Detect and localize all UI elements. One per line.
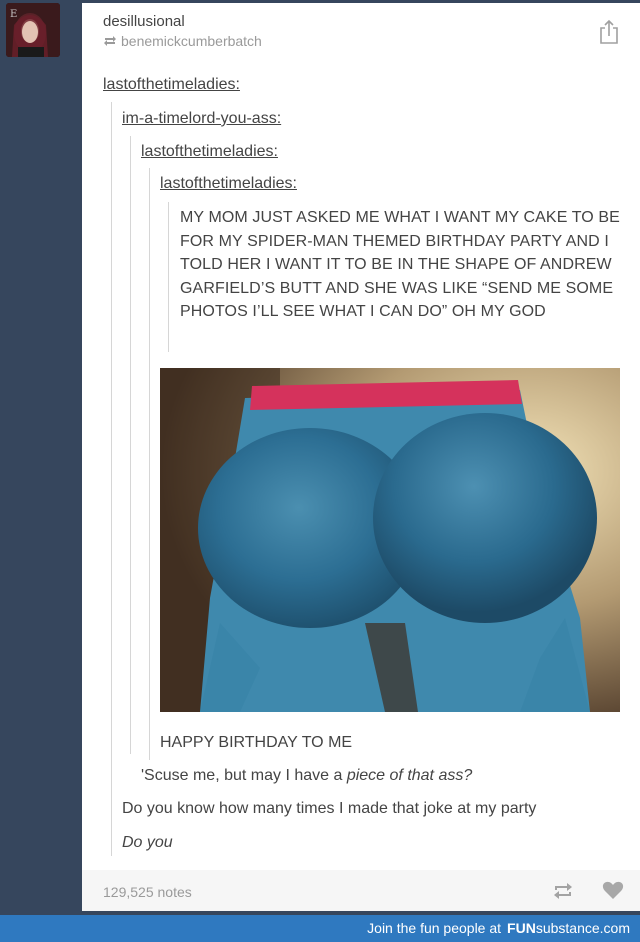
avatar[interactable]: E — [6, 3, 60, 57]
quote-border-4 — [168, 202, 169, 352]
logo-bold: FUN — [507, 920, 536, 936]
trail-user-3[interactable]: lastofthetimeladies: — [141, 143, 278, 161]
svg-text:E: E — [10, 9, 17, 20]
photo-caption: HAPPY BIRTHDAY TO ME — [160, 734, 353, 751]
reblogged-from: benemickcumberbatch — [103, 33, 262, 49]
notes-count[interactable]: 129,525 notes — [103, 884, 192, 900]
quote-border-2 — [130, 136, 131, 754]
blog-name[interactable]: desillusional — [103, 13, 185, 30]
reply-2: Do you know how many times I made that j… — [122, 800, 537, 817]
quote-text: MY MOM JUST ASKED ME WHAT I WANT MY CAKE… — [180, 209, 620, 321]
reblog-icon[interactable] — [552, 881, 574, 901]
reply-1-prefix: 'Scuse me, but may I have a — [141, 767, 347, 784]
reblog-small-icon — [104, 36, 116, 46]
reply-1: 'Scuse me, but may I have a piece of tha… — [141, 767, 472, 785]
promo-label: Join the fun people at — [367, 920, 502, 936]
logo-rest: substance.com — [535, 920, 630, 936]
post-header: desillusional benemickcumberbatch — [82, 3, 640, 63]
post-card: desillusional benemickcumberbatch lastof… — [82, 3, 640, 911]
share-icon[interactable] — [598, 19, 620, 45]
cake-photo[interactable] — [160, 368, 620, 712]
trail-user-1[interactable]: lastofthetimeladies: — [103, 76, 240, 94]
heart-icon[interactable] — [602, 879, 624, 901]
promo-text: Join the fun people at FUNsubstance.com — [367, 920, 630, 936]
reply-3: Do you — [122, 834, 173, 851]
reblogged-from-name[interactable]: benemickcumberbatch — [121, 33, 262, 49]
quote-border-1 — [111, 102, 112, 856]
quote-border-3 — [149, 168, 150, 760]
trail-user-4[interactable]: lastofthetimeladies: — [160, 175, 297, 193]
reply-1-italic: piece of that ass? — [346, 767, 473, 784]
trail-user-2[interactable]: im-a-timelord-you-ass: — [122, 110, 281, 128]
funsubstance-banner[interactable]: Join the fun people at FUNsubstance.com — [0, 915, 640, 942]
post-footer: 129,525 notes — [82, 870, 640, 911]
